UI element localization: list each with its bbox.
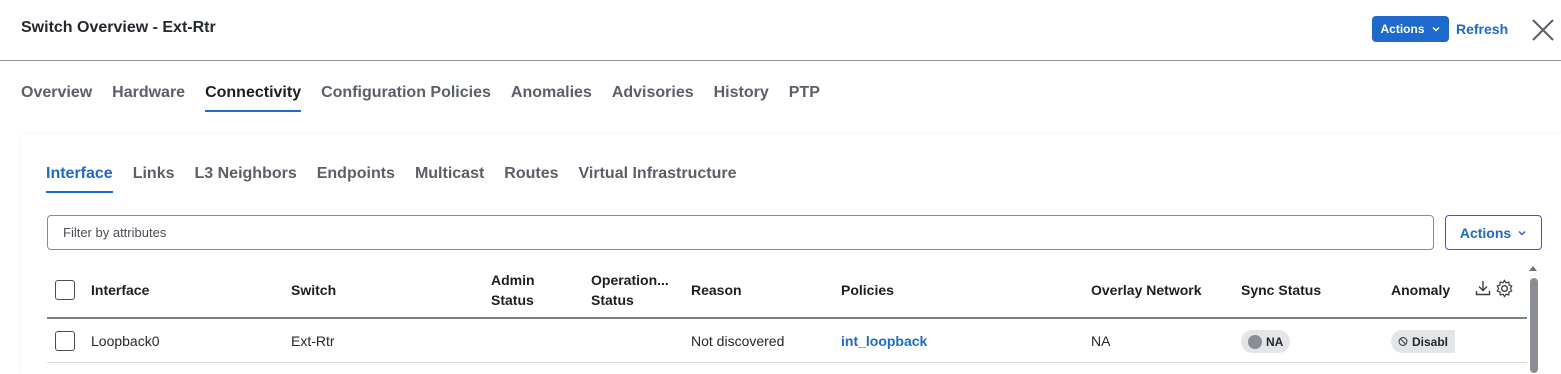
disabled-icon [1398,337,1408,346]
sync-status-text: NA [1266,334,1284,349]
subtab-endpoints[interactable]: Endpoints [317,165,395,193]
chevron-down-icon [1432,27,1439,32]
tab-connectivity[interactable]: Connectivity [205,84,302,112]
tab-history[interactable]: History [714,84,769,112]
tab-ptp[interactable]: PTP [789,84,820,112]
col-admin-status-line1: Admin [491,272,535,288]
sub-tabs: Interface Links L3 Neighbors Endpoints M… [46,165,757,195]
subtab-l3-neighbors[interactable]: L3 Neighbors [195,165,297,193]
main-tabs: Overview Hardware Connectivity Configura… [21,84,840,114]
refresh-link[interactable]: Refresh [1456,21,1508,37]
filter-input[interactable] [47,215,1434,250]
scroll-up-arrow-icon[interactable] [1527,262,1539,274]
table-actions-label: Actions [1459,224,1512,241]
col-operational-status-line1: Operation... [591,272,669,288]
col-admin-status[interactable]: Admin Status [491,270,535,310]
status-dot-icon [1248,334,1262,349]
cell-policies-link[interactable]: int_loopback [841,333,927,349]
cell-interface: Loopback0 [91,333,160,349]
table-actions-button[interactable]: Actions [1445,215,1542,250]
tab-advisories[interactable]: Advisories [612,84,694,112]
header-actions-label: Actions [1380,22,1425,36]
col-operational-status[interactable]: Operation... Status [591,270,681,310]
cell-overlay-network: NA [1091,333,1111,349]
col-admin-status-line2: Status [491,292,534,308]
table-header: Interface Switch Admin Status Operation.… [47,264,1527,319]
col-operational-status-line2: Status [591,292,634,308]
col-interface[interactable]: Interface [91,280,149,300]
anomaly-badge: Disabl [1391,330,1455,353]
subtab-routes[interactable]: Routes [504,165,558,193]
select-all-checkbox[interactable] [55,280,75,300]
chevron-down-icon [1518,230,1526,236]
close-icon[interactable] [1530,17,1556,43]
row-checkbox[interactable] [55,331,75,351]
col-reason[interactable]: Reason [691,280,742,300]
download-icon[interactable] [1474,279,1492,297]
sync-status-badge: NA [1241,330,1291,353]
anomaly-text: Disabl [1411,334,1448,349]
tab-hardware[interactable]: Hardware [112,84,185,112]
vertical-scrollbar[interactable] [1530,278,1538,373]
tab-overview[interactable]: Overview [21,84,92,112]
header-actions-button[interactable]: Actions [1372,16,1449,42]
tab-anomalies[interactable]: Anomalies [511,84,592,112]
cell-reason: Not discovered [691,333,785,349]
subtab-interface[interactable]: Interface [46,165,113,193]
cell-switch: Ext-Rtr [291,333,335,349]
col-overlay-network[interactable]: Overlay Network [1091,280,1202,300]
page-title: Switch Overview - Ext-Rtr [21,19,216,36]
top-bar: Switch Overview - Ext-Rtr Actions Refres… [0,0,1561,61]
col-switch[interactable]: Switch [291,280,336,300]
col-sync-status[interactable]: Sync Status [1241,280,1321,300]
col-policies[interactable]: Policies [841,280,894,300]
table-row[interactable]: Loopback0 Ext-Rtr Not discovered int_loo… [47,320,1527,363]
subtab-links[interactable]: Links [133,165,175,193]
subtab-virtual-infrastructure[interactable]: Virtual Infrastructure [579,165,737,193]
tab-configuration-policies[interactable]: Configuration Policies [321,84,491,112]
col-anomaly[interactable]: Anomaly [1391,280,1450,300]
gear-icon[interactable] [1495,279,1514,298]
subtab-multicast[interactable]: Multicast [415,165,484,193]
